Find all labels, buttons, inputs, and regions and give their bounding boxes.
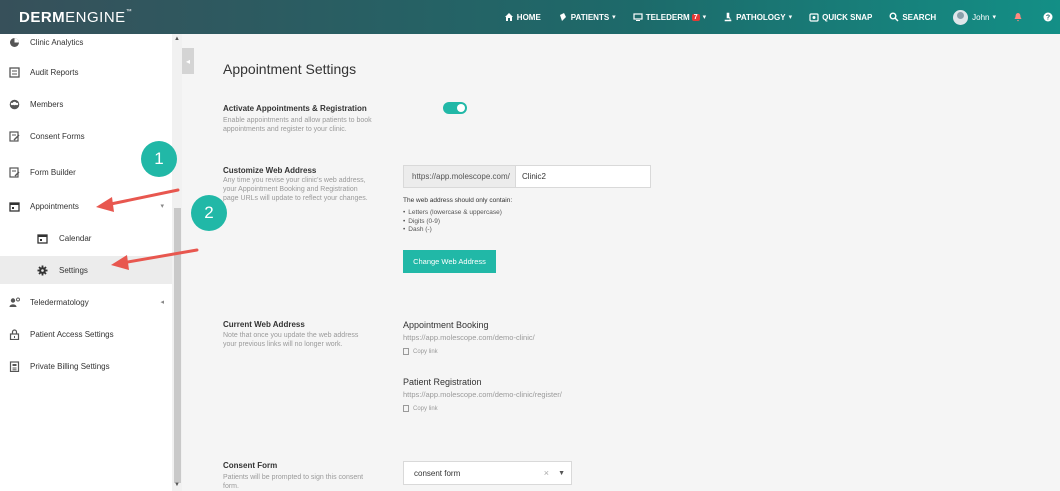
sidebar-item-appointments[interactable]: Appointments ▾	[0, 192, 172, 220]
chevron-down-icon: ▾	[702, 14, 707, 21]
chevron-down-icon: ▾	[612, 14, 616, 21]
copy-booking-link[interactable]: Copy link	[403, 348, 438, 355]
microscope-icon	[724, 12, 732, 22]
edit-form-icon	[9, 130, 20, 142]
sidebar-item-patient-access-settings[interactable]: Patient Access Settings	[0, 320, 172, 348]
chevron-down-icon: ▾	[992, 14, 996, 21]
rules-list: Letters (lowercase & uppercase) Digits (…	[403, 209, 502, 235]
camera-icon	[809, 13, 819, 22]
members-icon	[9, 99, 20, 109]
telederm-icon	[633, 13, 643, 21]
step-1-marker: 1	[141, 141, 177, 177]
booking-url[interactable]: https://app.molescope.com/demo-clinic/	[403, 333, 535, 342]
change-web-address-button[interactable]: Change Web Address	[403, 250, 496, 273]
chevron-left-icon: ◂	[185, 56, 190, 66]
nav-menu: HOME PATIENTS ▾ TELEDERM 7 ▾ PATHOLOGY ▾ QUI…	[504, 0, 1060, 34]
activate-title: Activate Appointments & Registration	[223, 104, 367, 113]
nav-user-menu[interactable]: John ▾	[953, 9, 996, 25]
pie-chart-icon	[10, 37, 19, 47]
collapse-sidebar-button[interactable]: ◂	[182, 48, 194, 74]
activate-description: Enable appointments and allow patients t…	[223, 117, 372, 133]
lock-icon	[9, 328, 20, 340]
copy-registration-link[interactable]: Copy link	[403, 405, 438, 412]
rules-title: The web address should only contain:	[403, 197, 513, 204]
bell-icon	[1014, 13, 1022, 22]
list-item: Digits (0-9)	[403, 218, 502, 227]
chevron-down-icon: ▾	[160, 203, 164, 210]
current-address-description: Note that once you update the web addres…	[223, 332, 359, 348]
sidebar: Clinic Analytics Audit Reports Members C…	[0, 34, 172, 491]
help-icon: ?	[1043, 12, 1053, 22]
sidebar-item-members[interactable]: Members	[0, 90, 172, 118]
nav-search[interactable]: SEARCH	[889, 12, 936, 22]
gear-icon	[37, 265, 48, 275]
sidebar-item-private-billing-settings[interactable]: Private Billing Settings	[0, 352, 172, 380]
copy-icon	[403, 405, 409, 412]
registration-url[interactable]: https://app.molescope.com/demo-clinic/re…	[403, 390, 562, 399]
activate-toggle[interactable]	[443, 102, 467, 114]
consent-form-select[interactable]: consent form × ▼	[403, 461, 572, 485]
notification-badge: 7	[691, 13, 700, 21]
web-address-field: https://app.molescope.com/	[403, 165, 651, 188]
nav-patients[interactable]: PATIENTS ▾	[558, 12, 616, 22]
home-icon	[504, 13, 513, 21]
clear-icon[interactable]: ×	[544, 468, 549, 478]
search-icon	[889, 12, 899, 22]
calendar-icon	[9, 201, 20, 212]
list-item: Dash (-)	[403, 226, 502, 235]
billing-icon	[9, 360, 20, 372]
nav-pathology[interactable]: PATHOLOGY ▾	[723, 12, 792, 22]
page-title: Appointment Settings	[223, 61, 357, 77]
svg-text:?: ?	[1046, 15, 1050, 22]
teledermatology-icon	[9, 297, 20, 307]
sidebar-item-teledermatology[interactable]: Teledermatology ◂	[0, 288, 172, 316]
web-address-input[interactable]	[516, 166, 650, 187]
step-2-marker: 2	[191, 195, 227, 231]
url-prefix: https://app.molescope.com/	[404, 166, 516, 187]
chevron-down-icon: ▾	[788, 14, 793, 21]
consent-title: Consent Form	[223, 461, 278, 470]
avatar	[953, 9, 969, 25]
web-address-title: Customize Web Address	[223, 166, 317, 175]
registration-label: Patient Registration	[403, 377, 482, 387]
current-address-title: Current Web Address	[223, 320, 305, 329]
nav-quick-snap[interactable]: QUICK SNAP	[809, 12, 872, 22]
form-builder-icon	[9, 166, 20, 178]
copy-icon	[403, 348, 409, 355]
sidebar-item-settings[interactable]: Settings	[0, 256, 172, 284]
sidebar-item-audit-reports[interactable]: Audit Reports	[0, 58, 172, 86]
sidebar-scrollbar-thumb[interactable]	[174, 208, 181, 483]
calendar-icon	[37, 233, 48, 244]
booking-label: Appointment Booking	[403, 320, 489, 330]
nav-home[interactable]: HOME	[504, 12, 541, 22]
scroll-up-icon[interactable]: ▲	[174, 36, 180, 42]
consent-description: Patients will be prompted to sign this c…	[223, 474, 364, 490]
brand-logo[interactable]: DERMENGINE™	[19, 9, 132, 26]
nav-notifications[interactable]	[1013, 12, 1026, 22]
report-icon	[9, 66, 20, 78]
chevron-down-icon: ▼	[558, 469, 565, 477]
nav-help[interactable]: ?	[1043, 12, 1056, 22]
list-item: Letters (lowercase & uppercase)	[403, 209, 502, 218]
nav-telederm[interactable]: TELEDERM 7 ▾	[633, 12, 706, 22]
patients-icon	[559, 13, 566, 21]
chevron-left-icon: ◂	[160, 299, 164, 306]
web-address-description: Any time you revise your clinic's web ad…	[223, 177, 368, 202]
scroll-down-icon[interactable]: ▼	[174, 482, 180, 488]
sidebar-item-calendar[interactable]: Calendar	[0, 224, 172, 252]
sidebar-item-clinic-analytics[interactable]: Clinic Analytics	[0, 28, 172, 56]
